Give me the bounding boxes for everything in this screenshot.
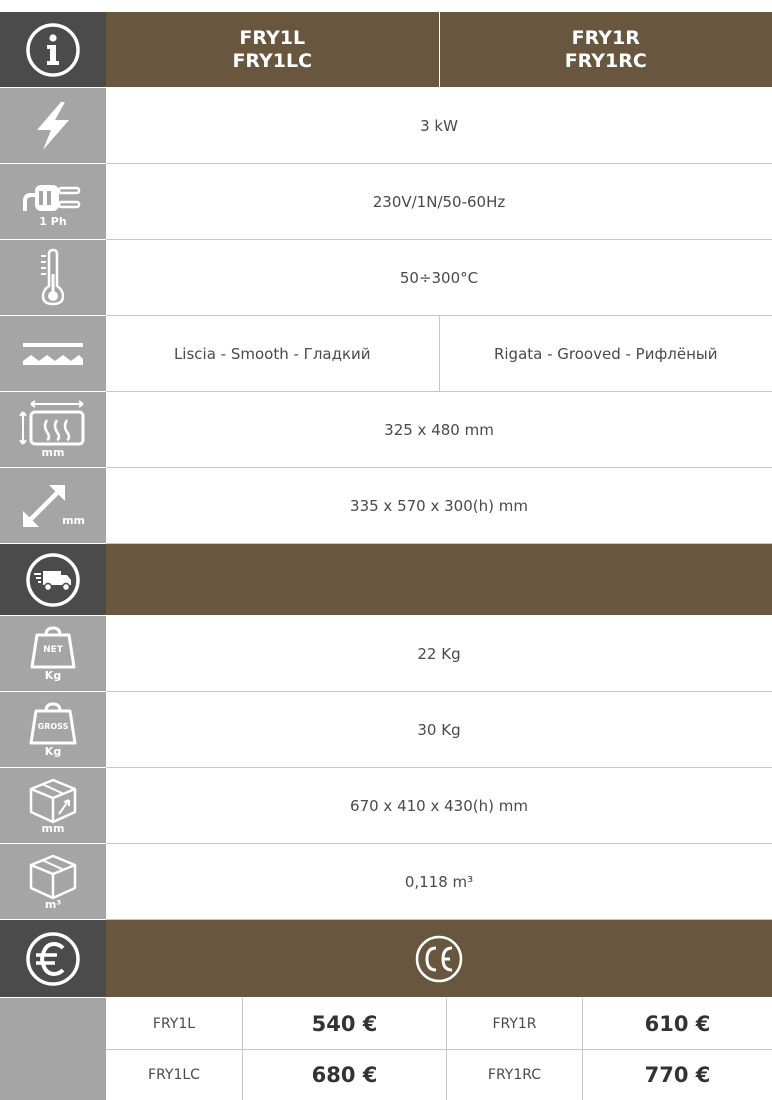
price-value: 680 €	[242, 1050, 446, 1100]
header-row: FRY1L FRY1LC FRY1R FRY1RC	[0, 12, 772, 88]
model-name: FRY1L	[239, 26, 306, 49]
voltage-icon-cell: 1 Ph	[0, 164, 106, 240]
volume-value: 0,118 m³	[106, 844, 772, 920]
model-header: FRY1L FRY1LC FRY1R FRY1RC	[106, 12, 772, 88]
model-header-left: FRY1L FRY1LC	[106, 12, 439, 87]
product-spec-sheet: FRY1L FRY1LC FRY1R FRY1RC 3 kW 1 Ph 230V…	[0, 0, 772, 1100]
net-icon-unit: Kg	[44, 668, 62, 682]
info-icon	[26, 22, 80, 77]
volume-icon-cell: m³	[0, 844, 106, 920]
model-name: FRY1R	[571, 26, 640, 49]
ce-bar	[106, 920, 772, 998]
volume-icon-label: m³	[44, 897, 62, 911]
gross-icon-text: GROSS	[37, 721, 69, 731]
price-model: FRY1R	[446, 998, 582, 1049]
price-row-1: FRY1L 540 € FRY1R 610 €	[0, 998, 772, 1050]
euro-icon-cell	[0, 920, 106, 998]
shipping-header-bar	[106, 544, 772, 616]
net-icon-text: NET	[43, 644, 63, 655]
price-header-row	[0, 920, 772, 998]
plate-surface-icon	[23, 342, 83, 365]
price-value: 770 €	[582, 1050, 772, 1100]
gross-weight-icon-cell: GROSS Kg	[0, 692, 106, 768]
package-dimensions-value: 670 x 410 x 430(h) mm	[106, 768, 772, 844]
cooking-surface-icon-cell: mm	[0, 392, 106, 468]
cooking-area-icon	[19, 400, 85, 446]
net-weight-icon-cell: NET Kg	[0, 616, 106, 692]
price-cells: FRY1LC 680 € FRY1RC 770 €	[106, 1050, 772, 1100]
delivery-icon-cell	[0, 544, 106, 616]
temperature-row: 50÷300°C	[0, 240, 772, 316]
package-volume-icon: m³	[25, 852, 81, 912]
net-weight-icon: NET Kg	[28, 625, 78, 683]
cooking-surface-icon-label: mm	[41, 446, 65, 459]
dimensions-icon-cell: mm	[0, 468, 106, 544]
package-dimensions-icon-cell: mm	[0, 768, 106, 844]
net-weight-row: NET Kg 22 Kg	[0, 616, 772, 692]
price-cells: FRY1L 540 € FRY1R 610 €	[106, 998, 772, 1050]
cooking-surface-value: 325 x 480 mm	[106, 392, 772, 468]
price-value: 540 €	[242, 998, 446, 1049]
price-model: FRY1RC	[446, 1050, 582, 1100]
euro-icon	[26, 931, 80, 986]
lightning-icon	[37, 101, 69, 150]
gross-weight-icon: GROSS Kg	[27, 701, 79, 759]
price-model: FRY1LC	[148, 1067, 200, 1083]
info-icon-cell	[0, 12, 106, 88]
plate-grooved: Rigata - Grooved - Рифлёный	[438, 316, 772, 391]
package-dim-icon-label: mm	[41, 821, 65, 835]
power-value: 3 kW	[106, 88, 772, 164]
price-icon-spacer	[0, 998, 106, 1050]
model-name: FRY1RC	[564, 49, 647, 72]
cooking-surface-row: mm 325 x 480 mm	[0, 392, 772, 468]
voltage-row: 1 Ph 230V/1N/50-60Hz	[0, 164, 772, 240]
price-icon-spacer	[0, 1050, 106, 1100]
voltage-icon-label: 1 Ph	[39, 215, 67, 228]
volume-row: m³ 0,118 m³	[0, 844, 772, 920]
plate-icon-cell	[0, 316, 106, 392]
price-model: FRY1L	[152, 1015, 196, 1032]
voltage-value: 230V/1N/50-60Hz	[106, 164, 772, 240]
delivery-truck-icon	[26, 552, 80, 607]
net-weight-value: 22 Kg	[106, 616, 772, 692]
plug-icon	[23, 185, 81, 211]
dimensions-icon-wrap: mm	[17, 481, 89, 531]
temperature-value: 50÷300°C	[106, 240, 772, 316]
model-header-right: FRY1R FRY1RC	[438, 12, 772, 87]
dimensions-value: 335 x 570 x 300(h) mm	[106, 468, 772, 544]
price-value: 610 €	[582, 998, 772, 1049]
price-row-2: FRY1LC 680 € FRY1RC 770 €	[0, 1050, 772, 1100]
package-dimensions-icon: mm	[25, 776, 81, 836]
dimensions-icon-label: mm	[62, 513, 85, 527]
power-row: 3 kW	[0, 88, 772, 164]
model-name: FRY1LC	[232, 49, 313, 72]
dimensions-row: mm 335 x 570 x 300(h) mm	[0, 468, 772, 544]
power-icon-cell	[0, 88, 106, 164]
gross-weight-value: 30 Kg	[106, 692, 772, 768]
ce-mark-icon	[415, 935, 463, 982]
shipping-header-row	[0, 544, 772, 616]
thermometer-icon	[41, 248, 65, 305]
plate-smooth: Liscia - Smooth - Гладкий	[173, 344, 371, 363]
gross-icon-unit: Kg	[44, 744, 62, 758]
temperature-icon-cell	[0, 240, 106, 316]
package-dimensions-row: mm 670 x 410 x 430(h) mm	[0, 768, 772, 844]
plate-types: Liscia - Smooth - Гладкий Rigata - Groov…	[106, 316, 772, 392]
gross-weight-row: GROSS Kg 30 Kg	[0, 692, 772, 768]
plate-row: Liscia - Smooth - Гладкий Rigata - Groov…	[0, 316, 772, 392]
